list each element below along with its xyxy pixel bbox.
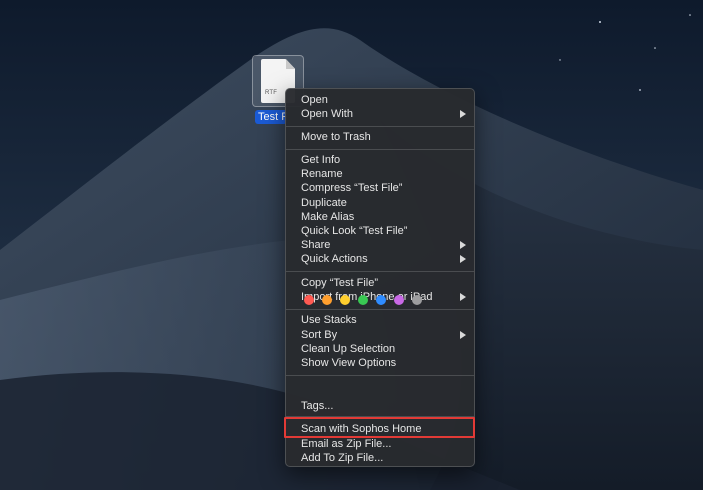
menu-item-label: Email as Zip File... — [301, 438, 392, 450]
menu-item-label: Open — [301, 94, 328, 106]
submenu-arrow-icon — [460, 241, 466, 249]
menu-item-compress[interactable]: Compress “Test File” — [286, 181, 474, 195]
tag-color-yellow-dot[interactable] — [340, 295, 350, 305]
menu-item-label: Open With — [301, 108, 353, 120]
tag-color-green-dot[interactable] — [358, 295, 368, 305]
menu-item-label: Copy “Test File” — [301, 277, 379, 289]
annotation-highlight-box — [284, 417, 475, 438]
menu-item-label: Compress “Test File” — [301, 182, 403, 194]
menu-item-label: Share — [301, 239, 331, 251]
menu-item-label: Show View Options — [301, 357, 397, 369]
menu-item-label: Tags... — [301, 400, 334, 412]
menu-item-use-stacks[interactable]: Use Stacks — [286, 313, 474, 327]
menu-item-move-to-trash[interactable]: Move to Trash — [286, 130, 474, 144]
menu-separator — [286, 149, 474, 150]
menu-item-copy[interactable]: Copy “Test File” — [286, 276, 474, 290]
menu-item-label: Get Info — [301, 154, 341, 166]
tag-color-gray-dot[interactable] — [412, 295, 422, 305]
file-type-label: RTF — [265, 90, 278, 96]
menu-item-tags[interactable]: Tags... — [286, 399, 474, 413]
menu-item-share[interactable]: Share — [286, 238, 474, 252]
file-name-label[interactable]: Test F — [255, 110, 287, 124]
submenu-arrow-icon — [460, 293, 466, 301]
menu-separator — [286, 271, 474, 272]
menu-item-label: Quick Actions — [301, 253, 368, 265]
menu-item-label: Add To Zip File... — [301, 452, 384, 464]
menu-item-open[interactable]: Open — [286, 93, 474, 107]
menu-item-label: Move to Trash — [301, 131, 371, 143]
menu-item-open-with[interactable]: Open With — [286, 107, 474, 121]
menu-item-quick-look[interactable]: Quick Look “Test File” — [286, 224, 474, 238]
menu-separator — [286, 126, 474, 127]
document-fold — [286, 59, 295, 69]
menu-item-label: Quick Look “Test File” — [301, 225, 408, 237]
menu-item-label: Clean Up Selection — [301, 343, 396, 355]
menu-separator — [286, 309, 474, 310]
menu-item-label: Sort By — [301, 329, 338, 341]
menu-item-get-info[interactable]: Get Info — [286, 153, 474, 167]
context-menu: Open Open With Move to Trash Get Info Re… — [285, 88, 475, 467]
menu-item-rename[interactable]: Rename — [286, 167, 474, 181]
submenu-arrow-icon — [460, 331, 466, 339]
tag-color-orange-dot[interactable] — [322, 295, 332, 305]
menu-item-add-to-zip[interactable]: Add To Zip File... — [286, 451, 474, 465]
menu-item-show-view-options[interactable]: Show View Options — [286, 356, 474, 370]
menu-item-email-as-zip[interactable]: Email as Zip File... — [286, 437, 474, 451]
submenu-arrow-icon — [460, 255, 466, 263]
menu-item-clean-up-selection[interactable]: Clean Up Selection — [286, 342, 474, 356]
menu-item-duplicate[interactable]: Duplicate — [286, 196, 474, 210]
menu-item-label: Rename — [301, 168, 343, 180]
submenu-arrow-icon — [460, 110, 466, 118]
tag-color-purple-dot[interactable] — [394, 295, 404, 305]
tag-color-red-dot[interactable] — [304, 295, 314, 305]
menu-item-label: Duplicate — [301, 197, 347, 209]
menu-item-sort-by[interactable]: Sort By — [286, 328, 474, 342]
menu-item-label: Make Alias — [301, 211, 355, 223]
menu-separator — [286, 375, 474, 376]
menu-item-make-alias[interactable]: Make Alias — [286, 210, 474, 224]
tag-color-blue-dot[interactable] — [376, 295, 386, 305]
menu-item-label: Use Stacks — [301, 314, 357, 326]
menu-item-quick-actions[interactable]: Quick Actions — [286, 252, 474, 266]
